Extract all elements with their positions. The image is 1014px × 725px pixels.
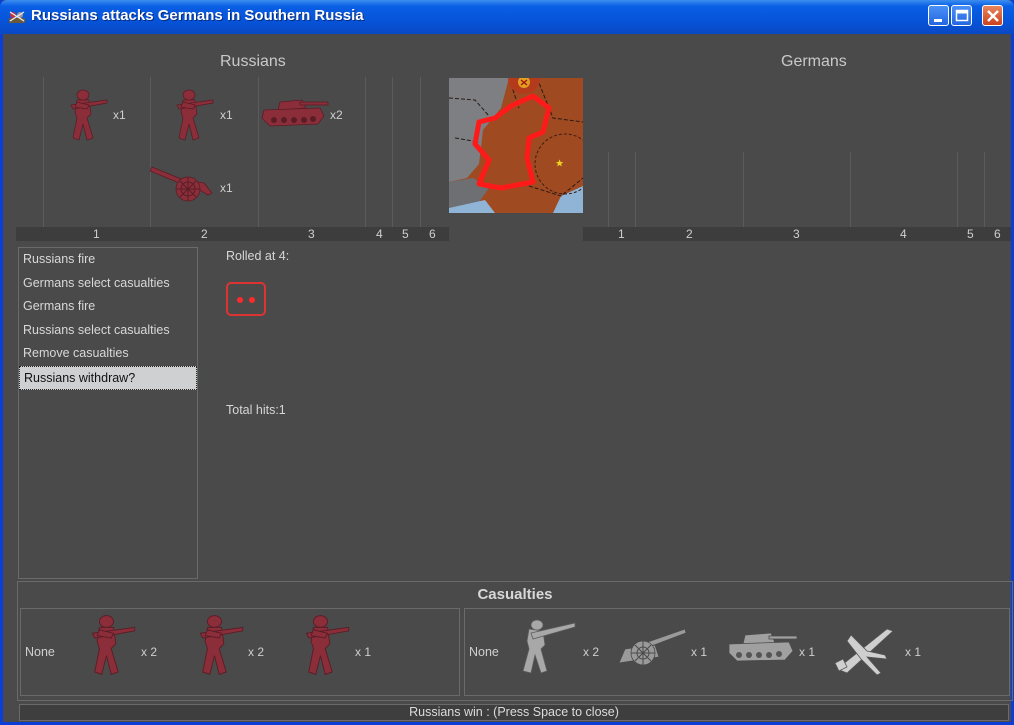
defender-column-5: 5: [967, 227, 974, 241]
russian-artillery-unit[interactable]: [149, 161, 218, 209]
defender-column-4: 4: [900, 227, 907, 241]
german-casualties: None x 2 x 1 x 1 x 1: [464, 608, 1010, 696]
column-divider: [392, 77, 393, 227]
attacker-column-4: 4: [376, 227, 383, 241]
battle-phase-list[interactable]: Russians fire Germans select casualties …: [18, 247, 198, 579]
casualty-count: x 2: [248, 645, 265, 659]
casualties-title: Casualties: [477, 586, 553, 603]
defender-title: Germans: [781, 53, 847, 70]
infantry-icon: [70, 89, 108, 141]
battle-icon: [9, 11, 25, 23]
casualty-count: x 1: [799, 645, 816, 659]
tank-icon: [261, 99, 329, 127]
battle-window: Russians attacks Germans in Southern Rus…: [0, 0, 1014, 725]
casualty-count: x 2: [583, 645, 600, 659]
column-divider: [850, 152, 851, 227]
column-divider: [258, 77, 259, 227]
artillery-icon: [149, 166, 213, 202]
phase-russians-withdraw[interactable]: Russians withdraw?: [19, 365, 197, 390]
defender-column-3: 3: [793, 227, 800, 241]
column-divider: [743, 152, 744, 227]
minimize-icon: [934, 19, 942, 22]
none-label: None: [25, 645, 55, 659]
infantry-icon: [522, 619, 576, 674]
battle-content: Russians Germans 1 2 3 4 5 6 1 2 3 4 5 6: [3, 34, 1013, 722]
die-face: [226, 282, 266, 316]
casualties-panel: Casualties None x 2 x 2 x 1 None x 2 x 1…: [17, 581, 1013, 701]
russian-infantry-unit[interactable]: [169, 88, 215, 146]
maximize-button[interactable]: [951, 5, 972, 26]
close-button[interactable]: [982, 5, 1003, 26]
window-title: Russians attacks Germans in Southern Rus…: [31, 7, 364, 24]
southern-russia-map: [449, 78, 583, 213]
casualty-count: x 1: [691, 645, 708, 659]
unit-count: x1: [220, 181, 233, 195]
attacker-column-6: 6: [429, 227, 436, 241]
infantry-icon: [305, 615, 350, 675]
roll-label: Rolled at 4:: [226, 249, 290, 263]
defender-column-1: 1: [618, 227, 625, 241]
status-bar: Russians win : (Press Space to close): [19, 704, 1009, 721]
fighter-plane-icon: [834, 628, 894, 676]
column-divider: [43, 77, 44, 227]
phase-germans-fire[interactable]: Germans fire: [19, 295, 197, 319]
column-divider: [420, 77, 421, 227]
minimize-button[interactable]: [928, 5, 949, 26]
phase-russians-select-casualties[interactable]: Russians select casualties: [19, 319, 197, 343]
russian-tank-unit[interactable]: [260, 96, 330, 134]
attacker-column-1: 1: [93, 227, 100, 241]
casualty-count: x 2: [141, 645, 158, 659]
phase-remove-casualties[interactable]: Remove casualties: [19, 342, 197, 366]
unit-count: x1: [113, 108, 126, 122]
die-pip: [249, 297, 255, 303]
casualty-count: x 1: [905, 645, 922, 659]
attacker-title: Russians: [220, 53, 286, 70]
maximize-icon: [955, 9, 969, 22]
unit-count: x2: [330, 108, 343, 122]
attacker-column-numbers: [16, 227, 449, 241]
die-pip: [237, 297, 243, 303]
russian-infantry-unit[interactable]: [63, 88, 109, 146]
total-hits: Total hits:1: [226, 403, 286, 417]
column-divider: [957, 152, 958, 227]
artillery-icon: [618, 628, 687, 666]
column-divider: [608, 152, 609, 227]
infantry-icon: [176, 89, 214, 141]
column-divider: [365, 77, 366, 227]
territory-map: [449, 78, 583, 213]
title-bar[interactable]: Russians attacks Germans in Southern Rus…: [0, 0, 1014, 34]
phase-germans-select-casualties[interactable]: Germans select casualties: [19, 272, 197, 296]
column-divider: [635, 152, 636, 227]
phase-russians-fire[interactable]: Russians fire: [19, 248, 197, 272]
attacker-column-2: 2: [201, 227, 208, 241]
attacker-column-5: 5: [402, 227, 409, 241]
defender-column-6: 6: [994, 227, 1001, 241]
tank-icon: [728, 632, 798, 662]
unit-count: x1: [220, 108, 233, 122]
russian-casualties: None x 2 x 2 x 1: [20, 608, 460, 696]
none-label: None: [469, 645, 499, 659]
close-icon: [987, 10, 999, 22]
infantry-icon: [199, 615, 244, 675]
attacker-column-3: 3: [308, 227, 315, 241]
infantry-icon: [91, 615, 136, 675]
defender-column-2: 2: [686, 227, 693, 241]
column-divider: [984, 152, 985, 227]
casualty-count: x 1: [355, 645, 372, 659]
